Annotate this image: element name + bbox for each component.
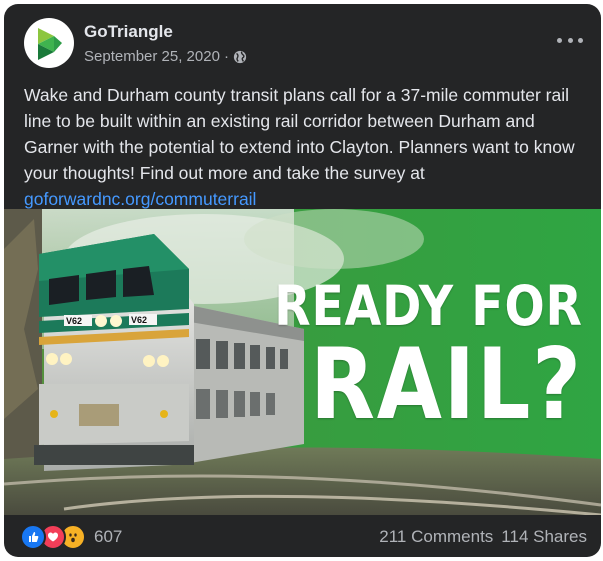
meta-separator: ·	[223, 48, 229, 65]
number-plate-left: V62	[66, 316, 82, 326]
post-body-text: Wake and Durham county transit plans cal…	[24, 85, 575, 183]
post-meta: September 25, 2020 ·	[84, 48, 247, 65]
post-body: Wake and Durham county transit plans cal…	[24, 82, 584, 212]
page-avatar[interactable]	[24, 18, 74, 68]
post-header: GoTriangle September 25, 2020 ·	[4, 4, 601, 76]
engagement-counts: 211 Comments 114 Shares	[379, 527, 587, 547]
post-link[interactable]: goforwardnc.org/commuterrail	[24, 189, 256, 209]
reaction-count[interactable]: 607	[94, 527, 122, 547]
post-card: GoTriangle September 25, 2020 · Wake and…	[4, 4, 601, 557]
more-options-icon[interactable]	[557, 34, 583, 46]
post-image[interactable]: V62 V62 READY FOR RAIL?	[4, 209, 601, 515]
globe-icon[interactable]	[233, 50, 247, 64]
headline-line-2: RAIL?	[310, 328, 583, 442]
number-plate-right: V62	[131, 315, 147, 325]
reaction-summary[interactable]: 607	[20, 524, 122, 550]
post-footer: 607 211 Comments 114 Shares	[4, 515, 601, 557]
like-reaction-icon	[20, 524, 46, 550]
post-date[interactable]: September 25, 2020	[84, 48, 220, 65]
page-name[interactable]: GoTriangle	[84, 22, 173, 42]
comments-count[interactable]: 211 Comments	[379, 527, 493, 547]
shares-count[interactable]: 114 Shares	[501, 527, 587, 547]
gotriangle-logo-icon	[38, 28, 62, 60]
image-headline: READY FOR RAIL?	[224, 274, 583, 442]
headline-line-1: READY FOR	[274, 274, 583, 338]
